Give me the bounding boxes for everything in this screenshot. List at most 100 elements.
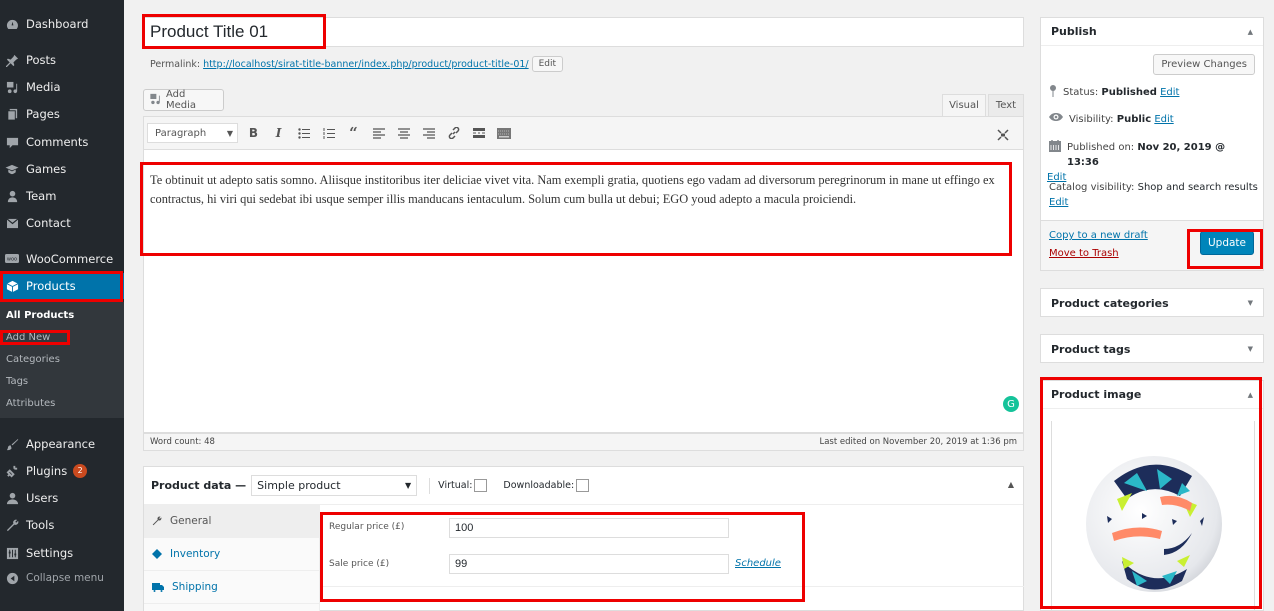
- product-image-header[interactable]: Product image ▲: [1041, 381, 1263, 409]
- submenu-add-new[interactable]: Add New: [6, 332, 50, 343]
- copy-to-draft-link[interactable]: Copy to a new draft: [1049, 230, 1148, 241]
- add-media-button[interactable]: Add Media: [143, 89, 224, 111]
- sidebar-item-team[interactable]: Team: [0, 183, 124, 209]
- product-type-select[interactable]: Simple product ▼: [251, 475, 418, 496]
- sidebar-item-posts[interactable]: Posts: [0, 47, 124, 73]
- toolbar-toggle-button[interactable]: [491, 122, 516, 144]
- product-tags-title: Product tags: [1051, 342, 1131, 356]
- product-tags-header[interactable]: Product tags ▼: [1041, 335, 1263, 363]
- divider: [321, 586, 1024, 587]
- submenu-all-products[interactable]: All Products: [6, 310, 74, 321]
- downloadable-checkbox[interactable]: [576, 479, 590, 492]
- plug-icon: [5, 464, 19, 478]
- sidebar-item-label: Posts: [26, 53, 57, 67]
- permalink-link[interactable]: http://localhost/sirat-title-banner/inde…: [203, 59, 529, 70]
- sidebar-item-label: WooCommerce: [26, 252, 114, 266]
- catalog-visibility-edit-link[interactable]: Edit: [1049, 197, 1068, 208]
- blockquote-button[interactable]: “: [341, 122, 366, 144]
- add-media-label: Add Media: [166, 89, 197, 111]
- sidebar-item-users[interactable]: Users: [0, 485, 124, 511]
- submenu-categories[interactable]: Categories: [6, 354, 60, 365]
- sidebar-item-products[interactable]: Products: [0, 273, 124, 299]
- sidebar-item-contact[interactable]: Contact: [0, 210, 124, 236]
- media-icon: [5, 80, 19, 94]
- sidebar-item-appearance[interactable]: Appearance: [0, 431, 124, 457]
- publish-header[interactable]: Publish ▲: [1041, 18, 1263, 46]
- editor-content-text[interactable]: Te obtinuit ut adepto satis somno. Aliis…: [150, 171, 1012, 209]
- tab-visual[interactable]: Visual: [942, 94, 986, 116]
- product-categories-title: Product categories: [1051, 296, 1169, 310]
- virtual-checkbox[interactable]: [474, 479, 488, 492]
- read-more-button[interactable]: [466, 122, 491, 144]
- admin-sidebar: Dashboard Posts Media Pages Comments Gam…: [0, 0, 124, 611]
- align-left-button[interactable]: [366, 122, 391, 144]
- paintbrush-icon: [5, 437, 19, 451]
- visibility-edit-link[interactable]: Edit: [1154, 114, 1173, 125]
- regular-price-input[interactable]: [449, 518, 729, 538]
- pin-icon: [5, 53, 19, 67]
- expand-toggle-icon[interactable]: ▼: [1248, 345, 1253, 353]
- downloadable-option: Downloadable:: [503, 479, 590, 492]
- numbered-list-button[interactable]: [316, 122, 341, 144]
- downloadable-label: Downloadable:: [503, 480, 575, 491]
- pages-icon: [5, 107, 19, 121]
- move-to-trash-link[interactable]: Move to Trash: [1049, 248, 1119, 259]
- preview-changes-button[interactable]: Preview Changes: [1153, 54, 1255, 75]
- sidebar-item-games[interactable]: Games: [0, 156, 124, 182]
- sidebar-item-label: Plugins: [26, 464, 68, 478]
- expand-toggle-icon[interactable]: ▼: [1248, 299, 1253, 307]
- sidebar-item-woocommerce[interactable]: woo WooCommerce: [0, 246, 124, 272]
- bold-button[interactable]: B: [241, 122, 266, 144]
- align-center-icon: [397, 127, 410, 139]
- sidebar-item-media[interactable]: Media: [0, 74, 124, 100]
- fullscreen-icon: [996, 129, 1009, 141]
- collapse-toggle-icon[interactable]: ▲: [1248, 391, 1253, 399]
- sidebar-item-label: Media: [26, 80, 61, 94]
- sidebar-item-label: Dashboard: [26, 17, 89, 31]
- product-image-thumbnail[interactable]: [1051, 421, 1255, 611]
- product-categories-header[interactable]: Product categories ▼: [1041, 289, 1263, 317]
- sidebar-item-tools[interactable]: Tools: [0, 512, 124, 538]
- collapse-menu-button[interactable]: Collapse menu: [0, 565, 124, 591]
- virtual-label: Virtual:: [438, 480, 473, 491]
- submenu-attributes[interactable]: Attributes: [6, 398, 55, 409]
- svg-text:woo: woo: [7, 256, 17, 262]
- sidebar-item-label: Games: [26, 162, 67, 176]
- bulleted-list-button[interactable]: [291, 122, 316, 144]
- sidebar-item-dashboard[interactable]: Dashboard: [0, 11, 124, 37]
- permalink-edit-button[interactable]: Edit: [531, 56, 564, 72]
- tab-text[interactable]: Text: [988, 94, 1024, 116]
- fullscreen-button[interactable]: [990, 124, 1015, 146]
- product-title-input[interactable]: [143, 17, 1024, 47]
- tab-general[interactable]: General: [144, 505, 319, 538]
- collapse-toggle-icon[interactable]: ▲: [1248, 28, 1253, 36]
- sidebar-item-settings[interactable]: Settings: [0, 540, 124, 566]
- italic-button[interactable]: I: [266, 122, 291, 144]
- collapse-toggle-icon[interactable]: ▲: [1008, 480, 1014, 489]
- status-value: Published: [1101, 87, 1157, 98]
- status-edit-link[interactable]: Edit: [1160, 87, 1179, 98]
- divider: [429, 477, 431, 494]
- schedule-link[interactable]: Schedule: [735, 558, 781, 569]
- sidebar-item-pages[interactable]: Pages: [0, 101, 124, 127]
- sale-price-input[interactable]: [449, 554, 729, 574]
- collapse-menu-label: Collapse menu: [26, 572, 104, 584]
- sidebar-item-plugins[interactable]: Plugins 2: [0, 458, 124, 484]
- format-select[interactable]: Paragraph ▼: [147, 123, 238, 143]
- sidebar-item-label: Tools: [26, 518, 55, 532]
- align-right-button[interactable]: [416, 122, 441, 144]
- publish-actions: Copy to a new draft Move to Trash Update: [1041, 220, 1263, 270]
- published-on-row: Published on: Nov 20, 2019 @ 13:36 Edit: [1047, 140, 1259, 185]
- insert-link-button[interactable]: [441, 122, 466, 144]
- tab-inventory[interactable]: Inventory: [144, 538, 319, 571]
- calendar-icon: [1049, 140, 1061, 157]
- sidebar-item-comments[interactable]: Comments: [0, 129, 124, 155]
- tab-shipping[interactable]: Shipping: [144, 571, 319, 604]
- keyboard-icon: [496, 127, 511, 139]
- update-button[interactable]: Update: [1200, 231, 1254, 255]
- align-center-button[interactable]: [391, 122, 416, 144]
- grammarly-icon[interactable]: G: [1003, 396, 1019, 412]
- submenu-tags[interactable]: Tags: [6, 376, 28, 387]
- status-row: Status: Published Edit: [1049, 85, 1179, 102]
- align-left-icon: [372, 127, 385, 139]
